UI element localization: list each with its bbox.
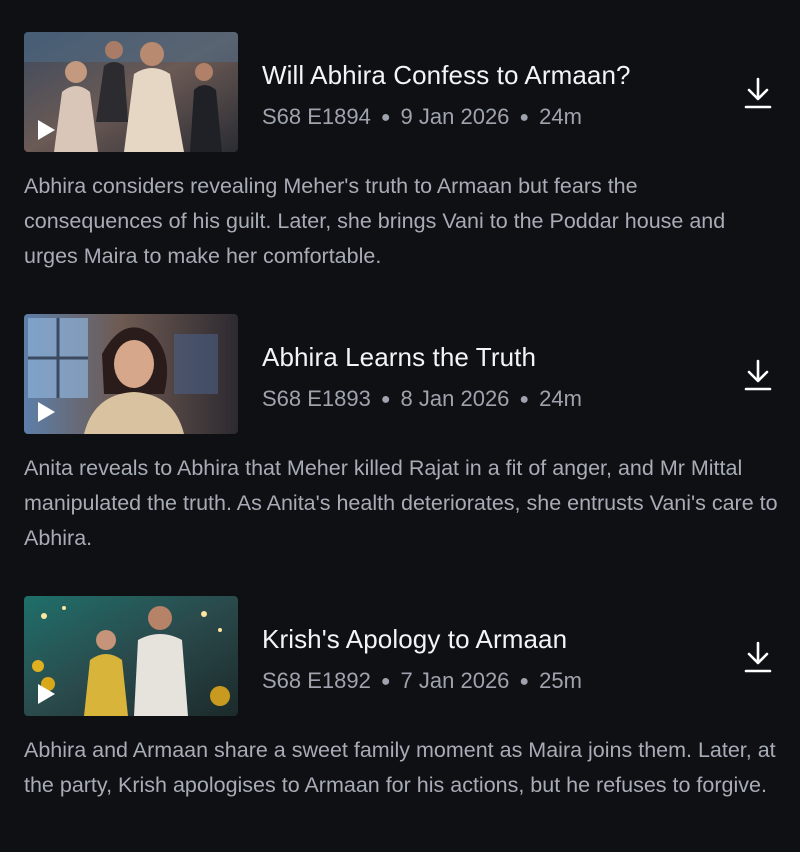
separator-dot: ●: [519, 109, 530, 126]
episode-description: Abhira considers revealing Meher's truth…: [24, 174, 726, 268]
thumbnail-image: [24, 314, 238, 434]
duration: 24m: [539, 386, 582, 411]
air-date: 8 Jan 2026: [400, 386, 510, 411]
season-episode: S68 E1894: [262, 104, 371, 129]
separator-dot: ●: [380, 673, 391, 690]
season-episode: S68 E1893: [262, 386, 371, 411]
play-icon[interactable]: [38, 402, 55, 422]
download-icon[interactable]: [742, 76, 774, 110]
episode-thumbnail[interactable]: [24, 596, 238, 716]
season-episode: S68 E1892: [262, 668, 371, 693]
episode-thumbnail[interactable]: [24, 32, 238, 152]
episode-title[interactable]: Abhira Learns the Truth: [262, 342, 536, 373]
episode-description: Abhira and Armaan share a sweet family m…: [24, 738, 776, 797]
play-icon[interactable]: [38, 120, 55, 140]
episode-thumbnail[interactable]: [24, 314, 238, 434]
air-date: 9 Jan 2026: [400, 104, 510, 129]
episode-title[interactable]: Krish's Apology to Armaan: [262, 624, 567, 655]
air-date: 7 Jan 2026: [400, 668, 510, 693]
thumbnail-image: [24, 32, 238, 152]
separator-dot: ●: [519, 391, 530, 408]
episode-title[interactable]: Will Abhira Confess to Armaan?: [262, 60, 631, 91]
episode-meta: S68 E1894 ● 9 Jan 2026 ● 24m: [262, 104, 582, 130]
duration: 24m: [539, 104, 582, 129]
episode-meta: S68 E1892 ● 7 Jan 2026 ● 25m: [262, 668, 582, 694]
download-icon[interactable]: [742, 640, 774, 674]
separator-dot: ●: [519, 673, 530, 690]
separator-dot: ●: [380, 391, 391, 408]
download-icon[interactable]: [742, 358, 774, 392]
duration: 25m: [539, 668, 582, 693]
play-icon[interactable]: [38, 684, 55, 704]
thumbnail-image: [24, 596, 238, 716]
separator-dot: ●: [380, 109, 391, 126]
episode-meta: S68 E1893 ● 8 Jan 2026 ● 24m: [262, 386, 582, 412]
episode-description: Anita reveals to Abhira that Meher kille…: [24, 456, 778, 550]
